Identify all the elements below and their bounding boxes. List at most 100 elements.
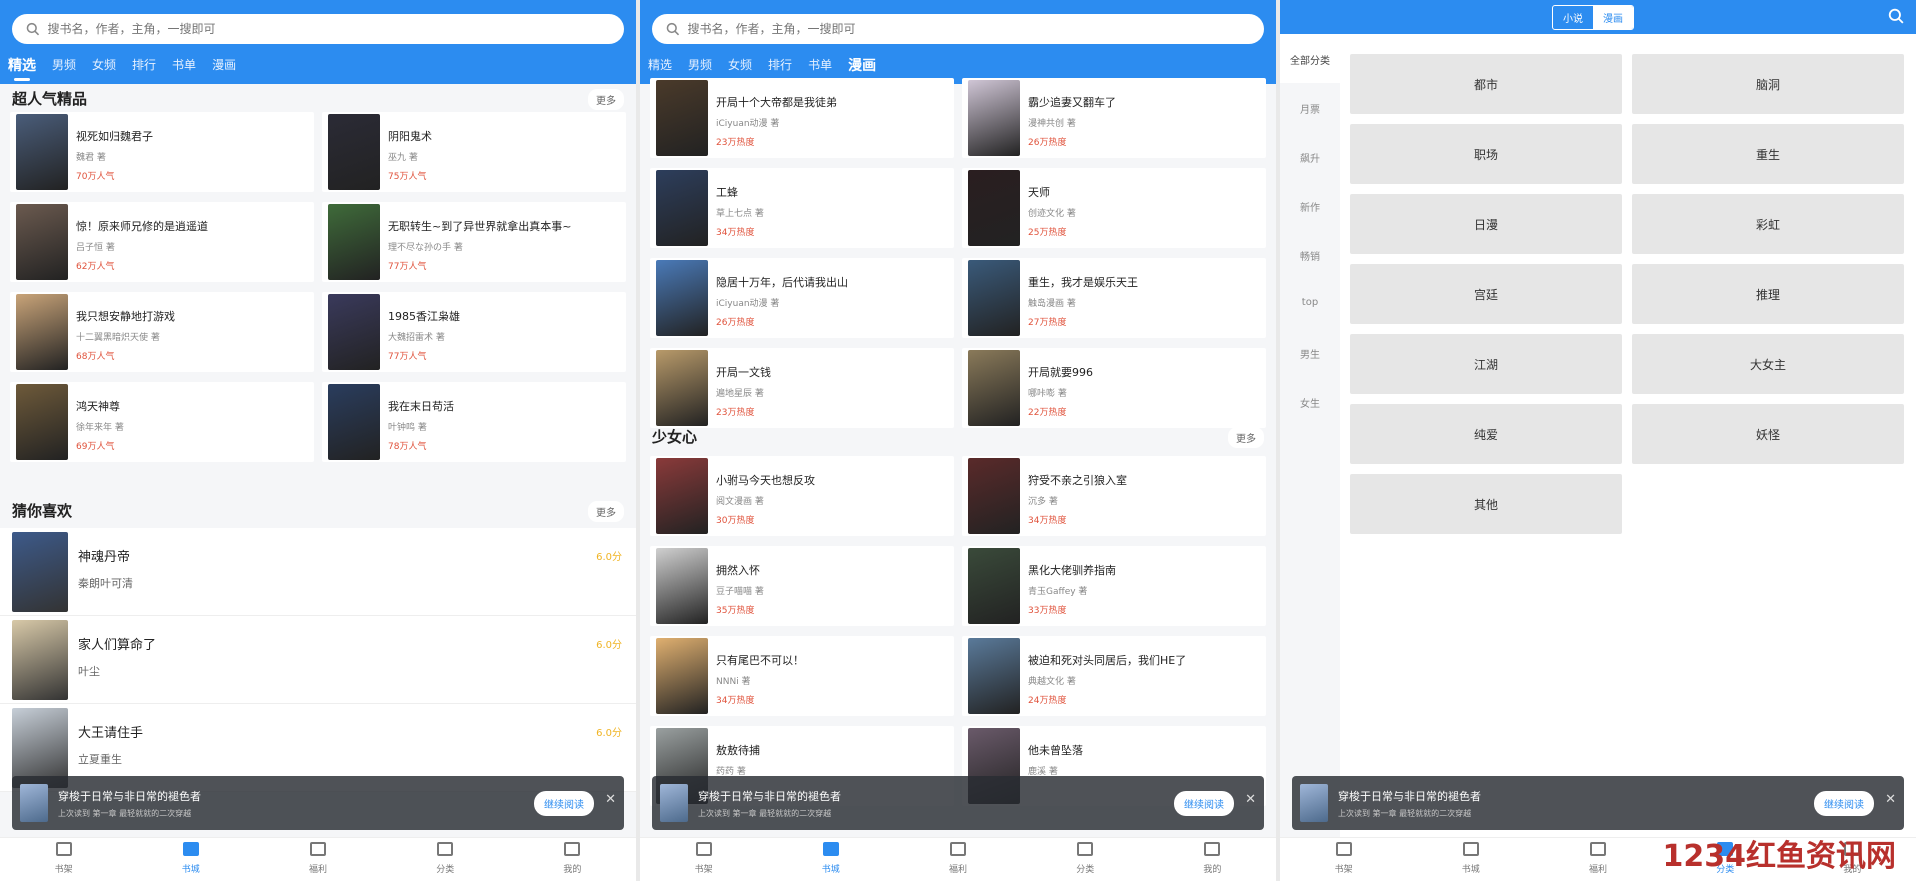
- book-card[interactable]: 无职转生~到了异世界就拿出真本事~ 理不尽な孙の手 著 77万人气: [322, 202, 626, 282]
- book-card[interactable]: 隐居十万年，后代请我出山 iCiyuan动漫 著 26万热度: [650, 258, 954, 338]
- more-button[interactable]: 更多: [588, 501, 624, 522]
- category-item[interactable]: 妖怪: [1632, 404, 1904, 464]
- close-icon[interactable]: ✕: [1885, 792, 1896, 807]
- category-item[interactable]: 纯爱: [1350, 404, 1622, 464]
- book-card[interactable]: 狩受不亲之引狼入室 沉多 著 34万热度: [962, 456, 1266, 536]
- tab-item[interactable]: 男频: [52, 56, 76, 76]
- tab-item[interactable]: 漫画: [212, 56, 236, 76]
- book-card[interactable]: 阴阳鬼术 巫九 著 75万人气: [322, 112, 626, 192]
- continue-reading-banner[interactable]: 穿梭于日常与非日常的褪色者 上次读到 第一章 最轻就就的二次穿越 继续阅读 ✕: [12, 776, 624, 830]
- segment-comic[interactable]: 漫画: [1593, 6, 1633, 29]
- sidebar-item[interactable]: 飙升: [1280, 132, 1340, 181]
- book-card[interactable]: 视死如归魏君子 魏君 著 70万人气: [10, 112, 314, 192]
- tab-item[interactable]: 精选: [8, 55, 36, 81]
- book-card[interactable]: 工蜂 草上七点 著 34万热度: [650, 168, 954, 248]
- nav-gift[interactable]: 福利: [1534, 838, 1661, 881]
- tab-item[interactable]: 书单: [808, 56, 832, 76]
- book-card[interactable]: 拥然入怀 豆子喵喵 著 35万热度: [650, 546, 954, 626]
- category-item[interactable]: 其他: [1350, 474, 1622, 534]
- nav-bookstore[interactable]: 书城: [1407, 838, 1534, 881]
- continue-reading-banner[interactable]: 穿梭于日常与非日常的褪色者 上次读到 第一章 最轻就就的二次穿越 继续阅读 ✕: [652, 776, 1264, 830]
- book-card[interactable]: 小驸马今天也想反攻 阅文漫画 著 30万热度: [650, 456, 954, 536]
- nav-category[interactable]: 分类: [382, 838, 509, 881]
- tab-item[interactable]: 女频: [728, 56, 752, 76]
- banner-title: 穿梭于日常与非日常的褪色者: [698, 789, 841, 803]
- book-card[interactable]: 开局就要996 哪咔嘭 著 22万热度: [962, 348, 1266, 428]
- nav-bookshelf[interactable]: 书架: [0, 838, 127, 881]
- more-button[interactable]: 更多: [588, 89, 624, 110]
- nav-gift[interactable]: 福利: [254, 838, 381, 881]
- nav-gift[interactable]: 福利: [894, 838, 1021, 881]
- book-card[interactable]: 开局十个大帝都是我徒弟 iCiyuan动漫 著 23万热度: [650, 78, 954, 158]
- tab-item[interactable]: 排行: [768, 56, 792, 76]
- close-icon[interactable]: ✕: [605, 792, 616, 807]
- book-card[interactable]: 霸少追妻又翻车了 漫神共创 著 26万热度: [962, 78, 1266, 158]
- nav-profile[interactable]: 我的: [1149, 838, 1276, 881]
- sidebar-item[interactable]: 月票: [1280, 83, 1340, 132]
- book-card[interactable]: 1985香江枭雄 大魏招雷术 著 77万人气: [322, 292, 626, 372]
- category-item[interactable]: 江湖: [1350, 334, 1622, 394]
- nav-profile[interactable]: 我的: [509, 838, 636, 881]
- sidebar-item[interactable]: 男生: [1280, 328, 1340, 377]
- profile-icon: [564, 842, 581, 856]
- tab-item[interactable]: 漫画: [848, 55, 876, 81]
- segment-novel[interactable]: 小说: [1553, 6, 1593, 29]
- category-item[interactable]: 推理: [1632, 264, 1904, 324]
- category-item[interactable]: 宫廷: [1350, 264, 1622, 324]
- continue-reading-banner[interactable]: 穿梭于日常与非日常的褪色者 上次读到 第一章 最轻就就的二次穿越 继续阅读 ✕: [1292, 776, 1904, 830]
- nav-label: 书城: [821, 865, 840, 875]
- search-icon[interactable]: [1888, 8, 1904, 24]
- sidebar-item[interactable]: 女生: [1280, 377, 1340, 426]
- book-cover: [16, 114, 68, 190]
- category-item[interactable]: 日漫: [1350, 194, 1622, 254]
- nav-bookshelf[interactable]: 书架: [640, 838, 767, 881]
- continue-reading-button[interactable]: 继续阅读: [1174, 791, 1234, 816]
- search-input[interactable]: [47, 22, 624, 36]
- nav-bookstore[interactable]: 书城: [127, 838, 254, 881]
- sidebar-item[interactable]: 畅销: [1280, 230, 1340, 279]
- book-card[interactable]: 被迫和死对头同居后，我们HE了 典越文化 著 24万热度: [962, 636, 1266, 716]
- search-input[interactable]: [687, 22, 1264, 36]
- book-card[interactable]: 天师 创迹文化 著 25万热度: [962, 168, 1266, 248]
- continue-reading-button[interactable]: 继续阅读: [1814, 791, 1874, 816]
- category-item[interactable]: 彩虹: [1632, 194, 1904, 254]
- tab-item[interactable]: 男频: [688, 56, 712, 76]
- category-item[interactable]: 重生: [1632, 124, 1904, 184]
- book-card[interactable]: 开局一文钱 遍地星辰 著 23万热度: [650, 348, 954, 428]
- book-popularity: 75万人气: [388, 172, 427, 182]
- search-bar[interactable]: [652, 14, 1264, 44]
- category-item[interactable]: 大女主: [1632, 334, 1904, 394]
- book-card[interactable]: 黑化大佬驯养指南 青玉Gaffey 著 33万热度: [962, 546, 1266, 626]
- category-item[interactable]: 都市: [1350, 54, 1622, 114]
- continue-reading-button[interactable]: 继续阅读: [534, 791, 594, 816]
- list-item[interactable]: 家人们算命了 叶尘 6.0分: [0, 616, 636, 704]
- book-card[interactable]: 我只想安静地打游戏 十二翼黑暗炽天使 著 68万人气: [10, 292, 314, 372]
- nav-bookshelf[interactable]: 书架: [1280, 838, 1407, 881]
- book-card[interactable]: 鸿天神尊 徐年来年 著 69万人气: [10, 382, 314, 462]
- book-popularity: 24万热度: [1028, 696, 1067, 706]
- category-item[interactable]: 脑洞: [1632, 54, 1904, 114]
- nav-category[interactable]: 分类: [1022, 838, 1149, 881]
- tab-item[interactable]: 精选: [648, 56, 672, 76]
- sidebar-item[interactable]: 全部分类: [1280, 34, 1340, 83]
- book-popularity: 35万热度: [716, 606, 755, 616]
- book-card[interactable]: 重生，我才是娱乐天王 触岛漫画 著 27万热度: [962, 258, 1266, 338]
- book-card[interactable]: 只有尾巴不可以！ NNNi 著 34万热度: [650, 636, 954, 716]
- sidebar-item[interactable]: 新作: [1280, 181, 1340, 230]
- book-popularity: 77万人气: [388, 352, 427, 362]
- nav-bookstore[interactable]: 书城: [767, 838, 894, 881]
- book-card[interactable]: 我在末日苟活 叶钟鸣 著 78万人气: [322, 382, 626, 462]
- category-item[interactable]: 职场: [1350, 124, 1622, 184]
- nav-label: 书架: [54, 865, 73, 875]
- sidebar-item[interactable]: top: [1280, 279, 1340, 328]
- search-bar[interactable]: [12, 14, 624, 44]
- more-button[interactable]: 更多: [1228, 427, 1264, 448]
- book-card[interactable]: 惊！原来师兄修的是逍遥道 吕子恒 著 62万人气: [10, 202, 314, 282]
- book-popularity: 34万热度: [716, 696, 755, 706]
- book-author: 触岛漫画 著: [1028, 299, 1076, 309]
- tab-item[interactable]: 排行: [132, 56, 156, 76]
- list-item[interactable]: 神魂丹帝 秦朗叶可清 6.0分: [0, 528, 636, 616]
- close-icon[interactable]: ✕: [1245, 792, 1256, 807]
- tab-item[interactable]: 女频: [92, 56, 116, 76]
- tab-item[interactable]: 书单: [172, 56, 196, 76]
